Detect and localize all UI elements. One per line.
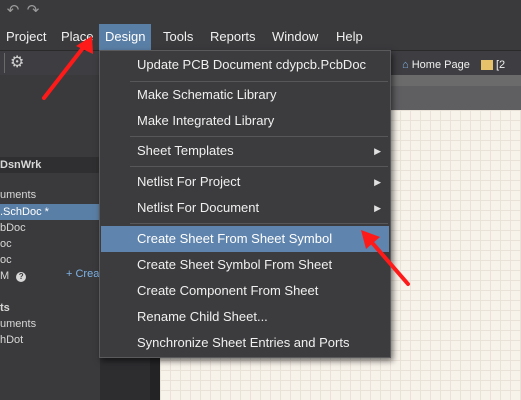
arrow-to-design-menu — [42, 36, 93, 100]
arrow-to-create-sheet-item — [361, 230, 410, 286]
annotation-arrows — [42, 36, 410, 286]
